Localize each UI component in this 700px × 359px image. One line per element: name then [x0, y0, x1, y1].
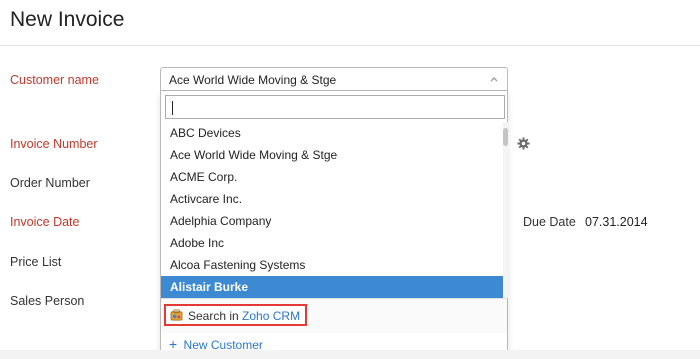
- page-title: New Invoice: [10, 8, 125, 31]
- zoho-crm-link[interactable]: Zoho CRM: [242, 309, 300, 323]
- due-date-value[interactable]: 07.31.2014: [585, 215, 648, 229]
- gear-icon[interactable]: [517, 137, 530, 150]
- crm-search-text: Search in Zoho CRM: [188, 309, 300, 323]
- crm-search-area: Search in Zoho CRM: [161, 298, 507, 333]
- due-date-label: Due Date: [523, 215, 576, 229]
- invoice-number-label: Invoice Number: [10, 137, 98, 151]
- crm-icon: [170, 309, 183, 321]
- text-caret: [172, 101, 173, 115]
- footer-band: [0, 350, 700, 359]
- customer-dropdown: ABC Devices Ace World Wide Moving & Stge…: [160, 91, 508, 357]
- price-list-label: Price List: [10, 255, 62, 269]
- customer-select[interactable]: Ace World Wide Moving & Stge: [160, 67, 508, 91]
- scrollbar-thumb[interactable]: [503, 128, 508, 146]
- customer-option-highlighted[interactable]: Alistair Burke: [161, 276, 503, 298]
- customer-option[interactable]: Alcoa Fastening Systems: [161, 254, 503, 276]
- option-list-scrollbar[interactable]: [503, 122, 508, 298]
- customer-option[interactable]: ABC Devices: [161, 122, 503, 144]
- invoice-date-label: Invoice Date: [10, 215, 80, 229]
- customer-select-value: Ace World Wide Moving & Stge: [169, 73, 337, 87]
- customer-search-input[interactable]: [165, 95, 505, 119]
- chevron-up-icon[interactable]: [489, 74, 499, 84]
- customer-option[interactable]: ACME Corp.: [161, 166, 503, 188]
- customer-option[interactable]: Adobe Inc: [161, 232, 503, 254]
- customer-option[interactable]: Activcare Inc.: [161, 188, 503, 210]
- customer-option[interactable]: Adelphia Company: [161, 210, 503, 232]
- customer-option-list: ABC Devices Ace World Wide Moving & Stge…: [161, 122, 503, 298]
- sales-person-label: Sales Person: [10, 294, 85, 308]
- customer-option[interactable]: Ace World Wide Moving & Stge: [161, 144, 503, 166]
- crm-search-prefix: Search in: [188, 309, 239, 323]
- search-zoho-crm-button[interactable]: Search in Zoho CRM: [164, 304, 307, 326]
- customer-name-label: Customer name: [10, 73, 99, 87]
- order-number-label: Order Number: [10, 176, 90, 190]
- title-divider: [0, 45, 700, 46]
